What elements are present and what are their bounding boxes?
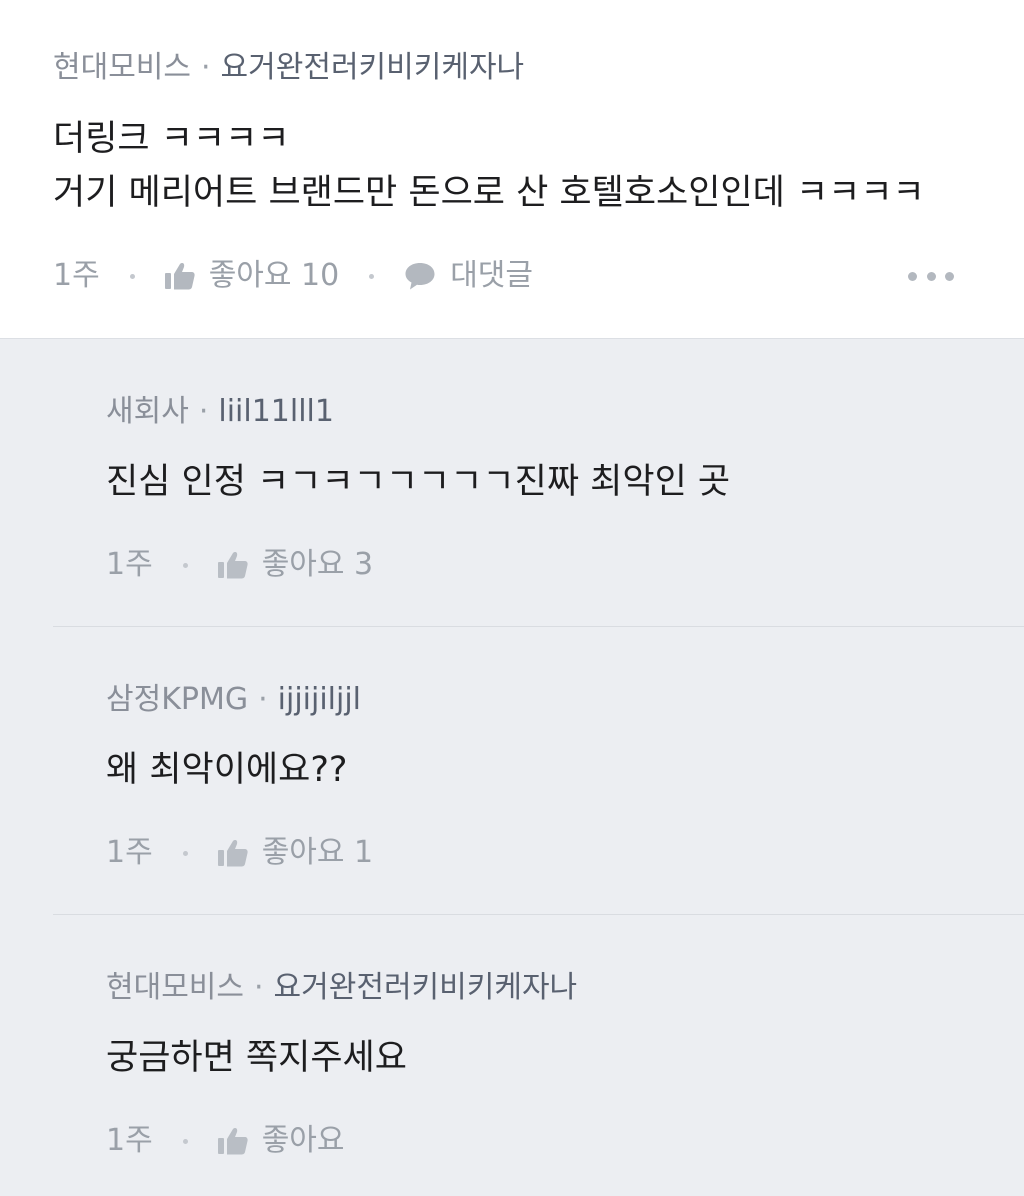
meta-dot (182, 850, 188, 856)
reply-author[interactable]: 현대모비스 · 요거완전러키비키케자나 (106, 968, 577, 1008)
meta-dot (369, 273, 375, 279)
thumbs-up-icon (217, 551, 248, 579)
author-company: 삼정KPMG (106, 682, 249, 717)
reply-button[interactable]: 대댓글 (404, 256, 533, 296)
like-label: 좋아요 (261, 1123, 345, 1158)
comment-text-line-1: 더링크 ㅋㅋㅋㅋ (53, 119, 290, 159)
like-button[interactable]: 좋아요 10 (164, 256, 340, 296)
author-separator: · (254, 970, 264, 1005)
like-label: 좋아요 10 (208, 258, 340, 293)
reply-divider (53, 626, 1024, 627)
like-label: 좋아요 3 (261, 547, 374, 582)
author-company: 현대모비스 (53, 50, 191, 85)
thumbs-up-icon (217, 1127, 248, 1155)
reply-text: 왜 최악이에요?? (106, 750, 348, 790)
author-separator: · (198, 394, 209, 429)
reply-time: 1주 (106, 547, 153, 582)
main-comment: 현대모비스 · 요거완전러키비키케자나 더링크 ㅋㅋㅋㅋ 거기 메리어트 브랜드만 … (0, 0, 1024, 339)
comment-author[interactable]: 현대모비스 · 요거완전러키비키케자나 (53, 48, 524, 88)
like-button[interactable]: 좋아요 (217, 1121, 345, 1161)
speech-bubble-icon (404, 261, 436, 291)
reply-meta: 1주 좋아요 1 (106, 833, 373, 873)
author-separator: · (258, 682, 268, 717)
author-nickname: 요거완전러키비키케자나 (220, 50, 525, 85)
author-company: 현대모비스 (106, 970, 244, 1005)
like-button[interactable]: 좋아요 3 (217, 545, 374, 585)
like-label: 좋아요 1 (261, 835, 374, 870)
reply-time: 1주 (106, 835, 153, 870)
reply-label: 대댓글 (450, 258, 534, 293)
reply-author[interactable]: 삼정KPMG · ijjijiljjl (106, 680, 361, 720)
author-nickname: liil11lll1 (218, 394, 334, 429)
thumbs-up-icon (217, 839, 248, 867)
comment-text-line-2: 거기 메리어트 브랜드만 돈으로 산 호텔호소인인데 ㅋㅋㅋㅋ (53, 173, 925, 213)
reply-meta: 1주 좋아요 (106, 1121, 345, 1161)
author-separator: · (201, 50, 211, 85)
reply-text: 궁금하면 쪽지주세요 (106, 1038, 407, 1078)
reply-divider (53, 914, 1024, 915)
reply-meta: 1주 좋아요 3 (106, 545, 373, 585)
meta-dot (182, 1138, 188, 1144)
author-company: 새회사 (106, 394, 189, 429)
thumbs-up-icon (164, 262, 195, 290)
author-nickname: 요거완전러키비키케자나 (273, 970, 578, 1005)
more-options-button[interactable] (908, 258, 954, 294)
reply-time: 1주 (106, 1123, 153, 1158)
reply-text: 진심 인정 ㅋㄱㅋㄱㄱㄱㄱㄱ진짜 최악인 곳 (106, 462, 731, 502)
reply-author[interactable]: 새회사 · liil11lll1 (106, 392, 334, 432)
meta-dot (182, 562, 188, 568)
like-button[interactable]: 좋아요 1 (217, 833, 374, 873)
comment-meta: 1주 좋아요 10 대댓글 (53, 256, 533, 296)
more-dots-icon (908, 271, 917, 281)
meta-dot (129, 273, 135, 279)
author-nickname: ijjijiljjl (277, 682, 362, 717)
comment-time: 1주 (53, 258, 100, 293)
